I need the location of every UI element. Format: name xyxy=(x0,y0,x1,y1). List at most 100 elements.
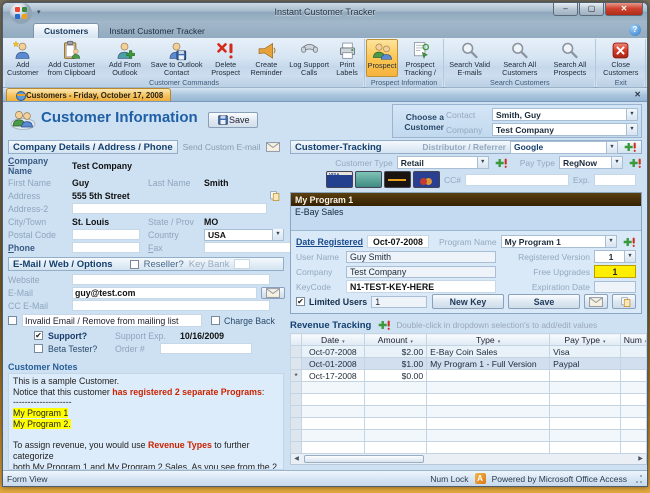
contact-select[interactable]: Smith, Guy▼ xyxy=(492,108,638,121)
tab-instant-customer-tracker[interactable]: Instant Customer Tracker xyxy=(99,24,214,38)
cc-exp-field[interactable] xyxy=(594,174,636,186)
phone-field[interactable] xyxy=(72,242,140,253)
help-icon[interactable]: ? xyxy=(629,24,641,36)
country-select[interactable]: USA▼ xyxy=(204,229,284,241)
add-distributor-icon[interactable] xyxy=(622,141,637,153)
empty-row[interactable] xyxy=(291,382,647,394)
row-selector[interactable] xyxy=(291,346,302,358)
close-form-icon[interactable]: ✕ xyxy=(634,90,641,99)
row-selector[interactable] xyxy=(291,442,302,454)
state-field[interactable]: MO xyxy=(204,217,284,227)
cell-num[interactable] xyxy=(620,346,646,358)
mail-icon[interactable] xyxy=(266,142,280,152)
empty-cell[interactable] xyxy=(427,418,550,430)
row-selector[interactable] xyxy=(291,358,302,370)
pay-type-select[interactable]: RegNow▼ xyxy=(559,156,623,169)
tab-customers[interactable]: Customers xyxy=(33,23,99,38)
table-row[interactable]: Oct-07-2008$2.00E-Bay Coin SalesVisa xyxy=(291,346,647,358)
ribbon-button-log-support-calls[interactable]: Log Support Calls xyxy=(287,39,331,77)
cell-num[interactable] xyxy=(620,370,646,382)
add-revenue-type-icon[interactable] xyxy=(376,319,391,331)
cell-pay-type[interactable]: Paypal xyxy=(550,358,621,370)
ribbon-button-prospect-tracking-follow-up[interactable]: Prospect Tracking / Follow-Up xyxy=(398,39,442,77)
cell-amount[interactable]: $0.00 xyxy=(364,370,427,382)
reseller-checkbox[interactable] xyxy=(130,260,139,269)
maximize-button[interactable]: ▢ xyxy=(579,3,604,16)
free-upgrades-field[interactable]: 1 xyxy=(594,265,636,278)
empty-cell[interactable] xyxy=(364,406,427,418)
empty-cell[interactable] xyxy=(550,394,621,406)
cell-num[interactable] xyxy=(620,358,646,370)
ribbon-button-search-all-prospects[interactable]: Search All Prospects xyxy=(545,39,594,77)
cell-pay-type[interactable]: Visa xyxy=(550,346,621,358)
address-field[interactable]: 555 5th Street xyxy=(72,191,268,201)
cell-amount[interactable]: $2.00 xyxy=(364,346,427,358)
column-header-pay-type[interactable]: Pay Type▾ xyxy=(550,334,621,346)
ribbon-button-print-labels[interactable]: Print Labels xyxy=(331,39,363,77)
cell-type[interactable]: E-Bay Coin Sales xyxy=(427,346,550,358)
empty-cell[interactable] xyxy=(427,382,550,394)
empty-cell[interactable] xyxy=(550,442,621,454)
ribbon-button-search-valid-e-mails[interactable]: Search Valid E-mails xyxy=(445,39,494,77)
ribbon-button-save-to-outlook-contact[interactable]: Save to Outlook Contact xyxy=(147,39,206,77)
empty-row[interactable] xyxy=(291,418,647,430)
support-checkbox[interactable] xyxy=(34,331,43,340)
ribbon-button-prospect[interactable]: Prospect xyxy=(366,39,398,77)
cell-pay-type[interactable] xyxy=(550,370,621,382)
new-key-button[interactable]: New Key xyxy=(432,294,504,309)
website-field[interactable] xyxy=(72,274,270,285)
scroll-right-icon[interactable]: ▶ xyxy=(635,455,646,464)
ribbon-button-create-reminder[interactable]: Create Reminder xyxy=(245,39,287,77)
row-selector[interactable] xyxy=(291,430,302,442)
user-name-field[interactable]: Guy Smith xyxy=(346,251,496,263)
column-header-date[interactable]: Date▾ xyxy=(302,334,365,346)
empty-cell[interactable] xyxy=(550,430,621,442)
keycode-field[interactable]: N1-TEST-KEY-HERE xyxy=(346,280,496,293)
postal-code-field[interactable] xyxy=(72,229,140,240)
row-selector[interactable]: * xyxy=(291,370,302,382)
empty-row[interactable] xyxy=(291,442,647,454)
date-registered-link[interactable]: Date Registered xyxy=(296,237,363,247)
empty-cell[interactable] xyxy=(427,406,550,418)
add-program-icon[interactable] xyxy=(621,236,636,248)
empty-cell[interactable] xyxy=(550,418,621,430)
save-record-button[interactable]: Save xyxy=(208,112,258,128)
empty-cell[interactable] xyxy=(550,406,621,418)
empty-row[interactable] xyxy=(291,430,647,442)
fax-field[interactable] xyxy=(204,242,292,253)
customer-type-select[interactable]: Retail▼ xyxy=(397,156,489,169)
cc-number-field[interactable] xyxy=(465,174,569,186)
empty-cell[interactable] xyxy=(364,394,427,406)
cell-amount[interactable]: $1.00 xyxy=(364,358,427,370)
ribbon-button-add-customer-from-clipboard[interactable]: Add Customer from Clipboard xyxy=(41,39,103,77)
empty-cell[interactable] xyxy=(427,394,550,406)
invalid-email-checkbox[interactable] xyxy=(8,316,17,325)
empty-cell[interactable] xyxy=(364,418,427,430)
table-row[interactable]: *Oct-17-2008$0.00 xyxy=(291,370,647,382)
empty-cell[interactable] xyxy=(302,442,365,454)
row-selector[interactable] xyxy=(291,406,302,418)
ribbon-button-close-customers[interactable]: Close Customers xyxy=(597,39,644,77)
program-name-select[interactable]: My Program 1▼ xyxy=(501,235,617,248)
empty-cell[interactable] xyxy=(427,442,550,454)
company-name-field[interactable]: Test Company xyxy=(72,161,284,171)
registered-version-select[interactable]: 1▼ xyxy=(594,250,636,263)
empty-row[interactable] xyxy=(291,394,647,406)
minimize-button[interactable]: – xyxy=(553,3,578,16)
office-button-icon[interactable] xyxy=(9,2,33,25)
cell-type[interactable] xyxy=(427,370,550,382)
add-pay-type-icon[interactable] xyxy=(627,157,642,169)
empty-cell[interactable] xyxy=(302,382,365,394)
select-all-cell[interactable] xyxy=(291,334,302,346)
email-field[interactable]: guy@test.com xyxy=(72,287,257,299)
cell-date[interactable]: Oct-07-2008 xyxy=(302,346,365,358)
empty-cell[interactable] xyxy=(620,430,646,442)
close-button[interactable]: ✕ xyxy=(605,3,643,16)
empty-cell[interactable] xyxy=(302,394,365,406)
copy-key-button[interactable] xyxy=(612,294,636,309)
ribbon-button-delete-prospect[interactable]: Delete Prospect xyxy=(206,39,245,77)
last-name-field[interactable]: Smith xyxy=(204,178,284,188)
ribbon-button-add-from-outlook[interactable]: Add From Outlook xyxy=(103,39,148,77)
date-registered-field[interactable]: Oct-07-2008 xyxy=(367,235,429,248)
company-select[interactable]: Test Company▼ xyxy=(492,123,638,136)
